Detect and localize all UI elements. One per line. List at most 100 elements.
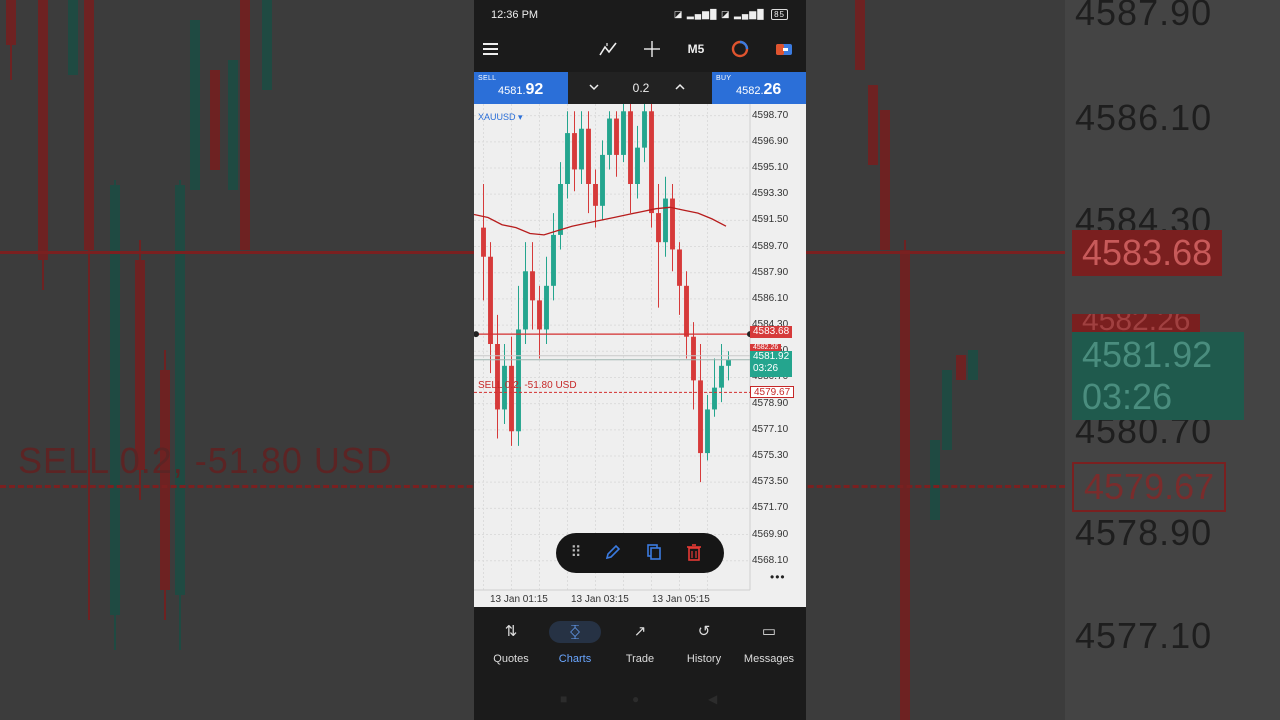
copy-icon bbox=[647, 544, 661, 560]
messages-icon: ▭ bbox=[761, 623, 777, 640]
nav-quotes-label: Quotes bbox=[493, 653, 529, 665]
background-current-price-tag: 4583.68 bbox=[1072, 230, 1223, 276]
sell-price-big: 92 bbox=[525, 81, 544, 98]
buy-label: BUY bbox=[716, 75, 732, 82]
chevron-down-icon bbox=[589, 84, 599, 91]
candle-body bbox=[670, 198, 675, 250]
price-tick-label: 4589.70 bbox=[752, 240, 789, 252]
candle-body bbox=[537, 300, 542, 330]
trade-icon: ↗ bbox=[633, 623, 647, 640]
object-list-button[interactable] bbox=[730, 38, 750, 60]
candle-body bbox=[544, 285, 549, 330]
indicators-icon bbox=[599, 42, 617, 56]
price-tick-label: 4577.10 bbox=[752, 423, 789, 435]
trash-icon bbox=[687, 544, 701, 561]
buy-button[interactable]: BUY 4582.26 bbox=[712, 72, 806, 104]
battery-icon: 85 bbox=[771, 9, 788, 20]
nav-history-label: History bbox=[686, 653, 722, 665]
candle-body bbox=[551, 234, 556, 286]
candle-body bbox=[600, 154, 605, 206]
candle-body bbox=[649, 111, 654, 214]
drag-handle-icon[interactable]: ⠿ bbox=[566, 543, 586, 563]
status-time: 12:36 PM bbox=[491, 9, 539, 21]
sell-button[interactable]: SELL 4581.92 bbox=[474, 72, 568, 104]
candle-body bbox=[572, 133, 577, 170]
candle-body bbox=[719, 365, 724, 388]
home-button[interactable]: ● bbox=[632, 692, 639, 706]
nav-history[interactable]: ↺ History bbox=[672, 621, 736, 665]
nav-charts-label: Charts bbox=[558, 653, 592, 665]
bid-price-value: 4581.92 bbox=[753, 351, 790, 362]
order-price-tag: 4579.67 bbox=[750, 386, 795, 398]
timeframe-button[interactable]: M5 bbox=[684, 38, 708, 60]
nav-messages[interactable]: ▭ Messages bbox=[736, 621, 802, 665]
price-chart[interactable]: XAUUSD ▾ 4598.70 4596.90 4595.10 4593.30 459… bbox=[474, 104, 806, 607]
candle-body bbox=[656, 213, 661, 243]
charts-icon: ⧰ bbox=[549, 621, 601, 643]
candle-body bbox=[663, 198, 668, 243]
system-navigation-bar: ■ ● ◀ bbox=[474, 686, 806, 716]
lot-size-control: 0.2 bbox=[568, 72, 712, 104]
price-tick-label: 4593.30 bbox=[752, 188, 789, 200]
symbol-selector[interactable]: XAUUSD ▾ bbox=[478, 112, 523, 123]
buy-price-big: 26 bbox=[763, 81, 782, 98]
indicators-button[interactable] bbox=[598, 38, 618, 60]
background-order-label: SELL 0.2, -51.80 USD bbox=[18, 440, 393, 481]
candle-body bbox=[579, 128, 584, 170]
menu-button[interactable] bbox=[482, 38, 500, 60]
candle-body bbox=[621, 111, 626, 155]
nav-trade-label: Trade bbox=[625, 653, 655, 665]
candle-body bbox=[523, 271, 528, 330]
menu-icon bbox=[483, 43, 498, 55]
copy-button[interactable] bbox=[644, 543, 664, 563]
lot-decrease-button[interactable] bbox=[588, 81, 600, 96]
candle-body bbox=[607, 118, 612, 155]
recents-button[interactable]: ■ bbox=[560, 692, 567, 706]
candle-body bbox=[530, 271, 535, 301]
nav-trade[interactable]: ↗ Trade bbox=[608, 621, 672, 665]
time-tick-label: 13 Jan 03:15 bbox=[571, 594, 629, 605]
candle-body bbox=[558, 184, 563, 235]
price-tick-label: 4598.70 bbox=[752, 109, 789, 121]
price-tick-label: 4587.90 bbox=[752, 266, 789, 278]
lot-increase-button[interactable] bbox=[674, 81, 686, 96]
background-bid-tag: 4581.92 03:26 bbox=[1072, 332, 1244, 420]
edit-button[interactable] bbox=[603, 543, 623, 563]
nav-messages-label: Messages bbox=[743, 653, 795, 665]
quotes-icon: ⇅ bbox=[504, 623, 518, 640]
candle-body bbox=[614, 118, 619, 155]
lot-size-value[interactable]: 0.2 bbox=[626, 81, 656, 95]
phone-screen: 12:36 PM ◪ ▂▄▆█ ◪ ▂▄▆█ 85 M5 SELL 4581.9… bbox=[474, 0, 806, 720]
background-price-label: 4578.90 bbox=[1075, 512, 1213, 553]
current-price-tag: 4583.68 bbox=[750, 326, 793, 338]
price-tick-label: 4571.70 bbox=[752, 502, 789, 514]
price-tick-label: 4591.50 bbox=[752, 214, 789, 226]
object-list-icon bbox=[731, 40, 749, 58]
crosshair-button[interactable] bbox=[642, 38, 662, 60]
candle-body bbox=[628, 111, 633, 184]
candle-body bbox=[495, 344, 500, 410]
nav-quotes[interactable]: ⇅ Quotes bbox=[479, 621, 543, 665]
more-options-button[interactable]: ••• bbox=[770, 570, 786, 584]
background-partial-tag: 4582.26 bbox=[1072, 314, 1201, 332]
nav-charts[interactable]: ⧰ Charts bbox=[543, 621, 607, 665]
back-button[interactable]: ◀ bbox=[708, 692, 717, 706]
delete-button[interactable] bbox=[684, 543, 704, 563]
order-line-label[interactable]: SELL 0.2, -51.80 USD bbox=[478, 380, 577, 391]
bid-price-tag: 4581.92 03:26 bbox=[750, 351, 793, 377]
price-tick-label: 4595.10 bbox=[752, 162, 789, 173]
candle-body bbox=[565, 133, 570, 184]
one-click-trading-button[interactable] bbox=[774, 38, 794, 60]
history-icon: ↺ bbox=[697, 623, 711, 640]
pencil-icon bbox=[605, 544, 621, 560]
order-action-bar: ⠿ bbox=[556, 533, 724, 573]
background-price-label: 4587.90 bbox=[1075, 0, 1213, 33]
price-tick-label: 4568.10 bbox=[752, 554, 789, 566]
candle-body bbox=[481, 227, 486, 257]
candle-body bbox=[691, 336, 696, 381]
candle-body bbox=[684, 285, 689, 337]
price-tick-label: 4569.90 bbox=[752, 528, 789, 540]
status-icons: ◪ ▂▄▆█ ◪ ▂▄▆█ 85 bbox=[674, 9, 788, 20]
buy-price: 4582.26 bbox=[736, 81, 781, 99]
buy-price-main: 4582. bbox=[736, 85, 764, 97]
